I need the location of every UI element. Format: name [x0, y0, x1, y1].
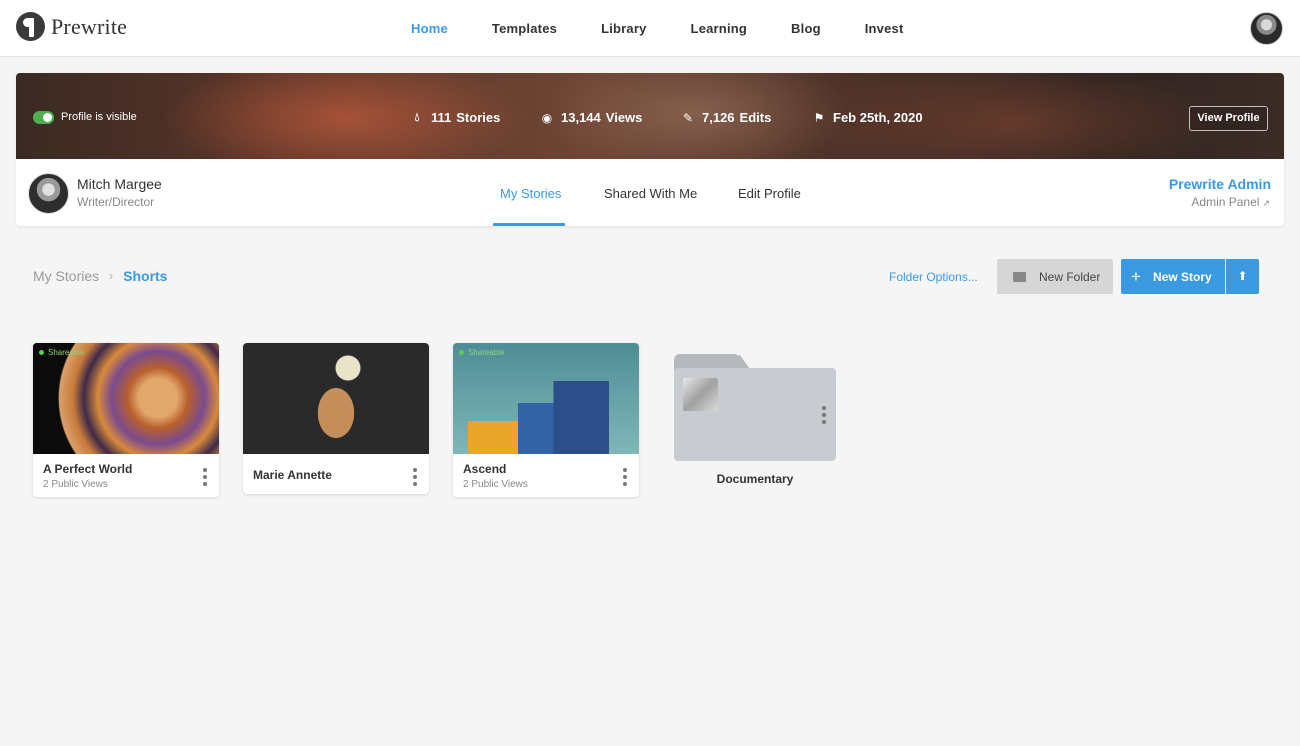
story-public-views: 2 Public Views	[463, 479, 528, 490]
stat-edits: ✎ 7,126 Edits	[682, 110, 771, 125]
profile-visibility-toggle[interactable]	[33, 111, 54, 124]
story-thumbnail	[243, 343, 429, 454]
logo[interactable]: Prewrite	[16, 12, 127, 41]
more-options-icon[interactable]	[413, 468, 417, 486]
profile-visibility-label: Profile is visible	[61, 111, 137, 123]
story-card-marie-annette[interactable]: Marie Annette	[243, 343, 429, 494]
new-folder-button[interactable]: New Folder	[997, 259, 1113, 294]
story-title: Ascend	[463, 462, 507, 476]
nav-item-learning[interactable]: Learning	[669, 0, 770, 57]
user-name: Mitch Margee	[77, 176, 162, 192]
new-story-label: New Story	[1153, 269, 1212, 284]
new-story-button[interactable]: + New Story	[1121, 259, 1225, 294]
main-nav: Home Templates Library Learning Blog Inv…	[389, 0, 926, 57]
stat-edits-label: Edits	[739, 110, 772, 125]
story-card-a-perfect-world[interactable]: Shareable A Perfect World 2 Public Views	[33, 343, 219, 497]
nav-item-invest[interactable]: Invest	[843, 0, 926, 57]
stat-views-label: Views	[605, 110, 643, 125]
story-card-ascend[interactable]: Shareable Ascend 2 Public Views	[453, 343, 639, 497]
tab-my-stories[interactable]: My Stories	[500, 186, 561, 201]
breadcrumb-current: Shorts	[123, 268, 168, 284]
prewrite-admin-link[interactable]: Prewrite Admin	[1169, 176, 1271, 192]
folder-plus-icon	[1013, 271, 1026, 282]
chevron-right-icon: ›	[109, 269, 114, 283]
upload-story-button[interactable]: ⬆	[1226, 259, 1259, 294]
folder-preview-thumbnail	[683, 378, 718, 411]
active-tab-indicator	[493, 223, 565, 226]
story-title: A Perfect World	[43, 462, 133, 476]
tab-shared-with-me[interactable]: Shared With Me	[604, 186, 697, 201]
plus-icon: +	[1131, 266, 1141, 286]
stat-joined: ⚑ Feb 25th, 2020	[813, 110, 923, 125]
profile-banner: Profile is visible 💧︎ 111 Stories ◉ 13,1…	[16, 73, 1284, 159]
flag-icon: ⚑	[813, 110, 825, 125]
story-thumbnail	[453, 343, 639, 454]
external-link-icon: ↗	[1262, 198, 1270, 208]
profile-card: Profile is visible 💧︎ 111 Stories ◉ 13,1…	[16, 73, 1284, 226]
drop-icon: 💧︎	[414, 110, 420, 124]
story-public-views: 2 Public Views	[43, 479, 108, 490]
nav-item-library[interactable]: Library	[579, 0, 668, 57]
admin-panel-label: Admin Panel	[1191, 195, 1260, 209]
shareable-badge: Shareable	[39, 348, 84, 357]
pencil-icon: ✎	[682, 110, 694, 125]
folder-documentary[interactable]	[674, 354, 836, 461]
nav-item-home[interactable]: Home	[389, 0, 470, 57]
stat-joined-value: Feb 25th, 2020	[833, 110, 923, 125]
story-title: Marie Annette	[253, 468, 332, 482]
stat-stories-label: Stories	[456, 110, 501, 125]
stat-stories-value: 111	[431, 110, 452, 125]
nav-item-blog[interactable]: Blog	[769, 0, 843, 57]
status-dot-icon	[459, 350, 464, 355]
new-folder-label: New Folder	[1039, 269, 1101, 284]
tab-edit-profile[interactable]: Edit Profile	[738, 186, 801, 201]
nav-item-templates[interactable]: Templates	[470, 0, 579, 57]
top-nav-bar: Prewrite Home Templates Library Learning…	[0, 0, 1300, 57]
status-dot-icon	[39, 350, 44, 355]
brand-name: Prewrite	[51, 13, 128, 39]
view-profile-button[interactable]: View Profile	[1189, 106, 1268, 131]
shareable-badge-label: Shareable	[468, 348, 505, 357]
folder-label[interactable]: Documentary	[674, 472, 836, 486]
more-options-icon[interactable]	[203, 468, 207, 486]
admin-panel-link[interactable]: Admin Panel ↗	[1191, 195, 1270, 209]
story-thumbnail	[33, 343, 219, 454]
breadcrumb: My Stories › Shorts	[33, 268, 167, 284]
stat-views: ◉ 13,144 Views	[541, 110, 643, 125]
eye-icon: ◉	[541, 110, 553, 125]
user-role: Writer/Director	[77, 195, 155, 209]
stat-stories: 💧︎ 111 Stories	[411, 110, 501, 125]
upload-icon: ⬆	[1237, 269, 1248, 283]
avatar	[28, 173, 69, 214]
prewrite-logo-icon	[16, 12, 45, 41]
breadcrumb-my-stories[interactable]: My Stories	[33, 268, 99, 284]
more-options-icon[interactable]	[623, 468, 627, 486]
stat-edits-value: 7,126	[702, 110, 735, 125]
shareable-badge-label: Shareable	[48, 348, 85, 357]
more-options-icon[interactable]	[822, 406, 826, 424]
folder-options-link[interactable]: Folder Options...	[889, 270, 978, 284]
user-menu-avatar[interactable]	[1250, 12, 1283, 45]
shareable-badge: Shareable	[459, 348, 504, 357]
stat-views-value: 13,144	[561, 110, 601, 125]
